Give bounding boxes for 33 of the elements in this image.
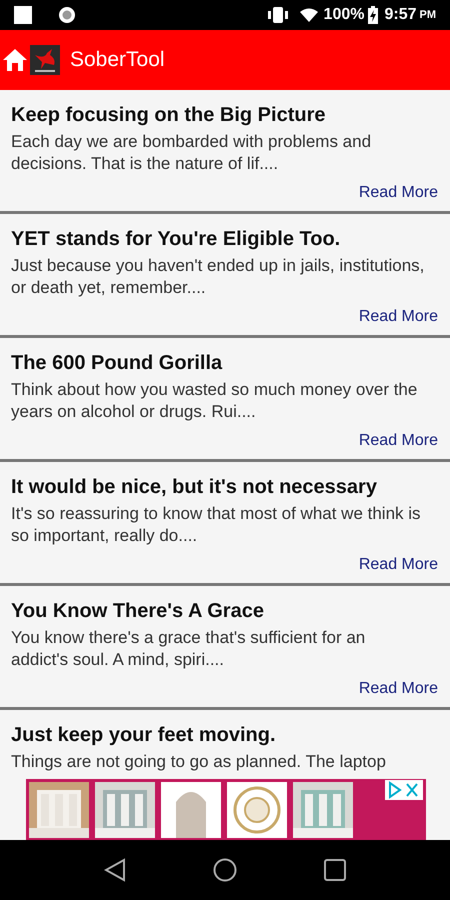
battery-charging-icon (368, 6, 378, 24)
article-title: The 600 Pound Gorilla (11, 351, 224, 376)
read-more-link[interactable]: Read More (358, 181, 439, 205)
ad-banner[interactable] (26, 779, 426, 840)
home-icon[interactable] (2, 48, 28, 72)
battery-percent: 100% (324, 5, 364, 25)
record-icon (58, 6, 76, 24)
read-more-link[interactable]: Read More (358, 305, 439, 329)
ad-choices-icon[interactable] (385, 780, 423, 800)
article-title: Just keep your feet moving. (11, 723, 277, 748)
back-icon[interactable] (104, 858, 126, 882)
clock-ampm: PM (420, 8, 436, 23)
read-more-link[interactable]: Read More (358, 677, 439, 701)
article-excerpt: Think about how you wasted so much money over the years on alcohol or drugs. Rui.... (11, 379, 418, 423)
article-excerpt: Just because you haven't ended up in jails, institutions, or death yet, remember.... (11, 255, 426, 299)
recents-icon[interactable] (324, 859, 346, 881)
article-excerpt: It's so reassuring to know that most of what we think is so important, really do.... (11, 503, 422, 547)
article-excerpt: Things are not going to go as planned. The laptop (11, 751, 387, 773)
app-logo-icon (30, 45, 60, 75)
notification-square-icon (14, 6, 32, 24)
wifi-icon (298, 7, 319, 23)
home-circle-icon[interactable] (212, 858, 237, 882)
app-title: SoberTool (70, 47, 165, 74)
read-more-link[interactable]: Read More (358, 553, 439, 577)
article-excerpt: You know there's a grace that's sufficient for an addict's soul. A mind, spiri.... (11, 627, 366, 671)
article-title: Keep focusing on the Big Picture (11, 103, 326, 128)
article-title: It would be nice, but it's not necessary (11, 475, 378, 500)
article-title: You Know There's A Grace (11, 599, 265, 624)
clock-time: 9:57 (384, 5, 416, 25)
article-title: YET stands for You're Eligible Too. (11, 227, 342, 252)
vibrate-icon (266, 6, 289, 24)
read-more-link[interactable]: Read More (358, 429, 439, 453)
article-excerpt: Each day we are bombarded with problems and decisions. That is the nature of lif.... (11, 131, 372, 175)
